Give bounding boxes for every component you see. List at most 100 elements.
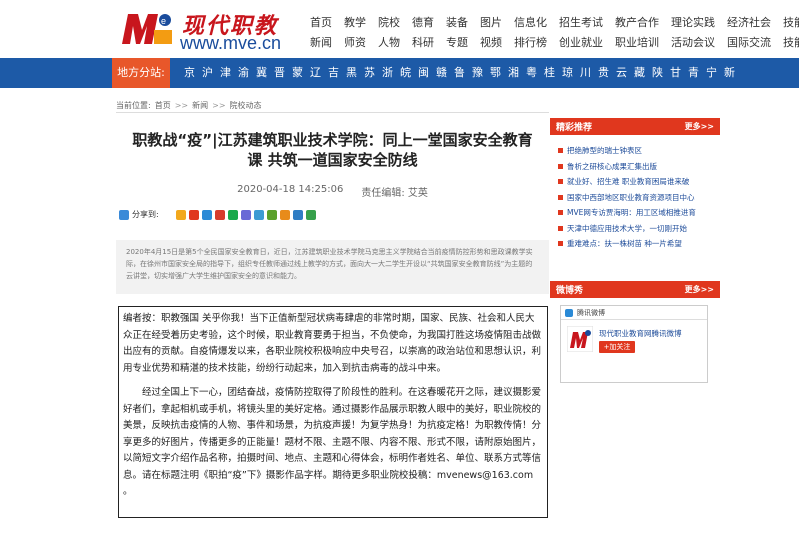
kaixin-share-icon[interactable] [266, 209, 277, 220]
nav-item[interactable]: 人物 [378, 34, 400, 52]
recommend-item-label: 国家中西部地区职业教育资源项目中心 [567, 192, 695, 202]
recommend-item[interactable]: 重难难点：扶一株树苗 种一片希望 [558, 236, 716, 252]
region-item[interactable]: 津 [220, 58, 231, 88]
nav-item[interactable]: 技能大赛 [783, 14, 799, 32]
region-item[interactable]: 青 [688, 58, 699, 88]
breadcrumb-item-school-news[interactable]: 院校动态 [230, 100, 262, 111]
share-label: 分享到: [132, 210, 159, 219]
nav-row-2: 新闻 师资 人物 科研 专题 视频 排行榜 创业就业 职业培训 活动会议 国际交… [310, 34, 799, 52]
nav-item[interactable]: 新闻 [310, 34, 332, 52]
recommend-item[interactable]: 就业好、招生难 职业教育困局谁来破 [558, 174, 716, 190]
nav-item[interactable]: 装备 [446, 14, 468, 32]
mve-avatar-icon[interactable] [567, 326, 593, 352]
nav-item[interactable]: 院校 [378, 14, 400, 32]
region-list: 京沪津渝冀晋蒙辽吉黑苏浙皖闽赣鲁豫鄂湘粤桂琼川贵云藏陕甘青宁新 [184, 58, 742, 88]
editor-note-box: 编者按：职教强国 关乎你我！当下正值新型冠状病毒肆虐的非常时期，国家、民族、社会… [118, 306, 548, 518]
recommend-item[interactable]: 天津中德应用技术大学，一切刚开始 [558, 221, 716, 237]
nav-item[interactable]: 图片 [480, 14, 502, 32]
region-item[interactable]: 皖 [400, 58, 411, 88]
region-item[interactable]: 粤 [526, 58, 537, 88]
nav-item[interactable]: 德育 [412, 14, 434, 32]
nav-item[interactable]: 教学 [344, 14, 366, 32]
region-item[interactable]: 贵 [598, 58, 609, 88]
weibo-account-name[interactable]: 现代职业教育网腾讯微博 [599, 328, 682, 339]
nav-item[interactable]: 信息化 [514, 14, 547, 32]
nav-item[interactable]: 科研 [412, 34, 434, 52]
share-plus-icon[interactable] [119, 209, 129, 220]
nav-item[interactable]: 经济社会 [727, 14, 771, 32]
nav-item[interactable]: 职业培训 [615, 34, 659, 52]
bullet-icon [558, 210, 563, 216]
region-item[interactable]: 藏 [634, 58, 645, 88]
more-share-icon[interactable] [305, 209, 316, 220]
nav-item[interactable]: 排行榜 [514, 34, 547, 52]
svg-text:e: e [161, 16, 166, 26]
region-item[interactable]: 云 [616, 58, 627, 88]
douban-share-icon[interactable] [240, 209, 251, 220]
bullet-icon [558, 163, 563, 169]
region-item[interactable]: 湘 [508, 58, 519, 88]
region-item[interactable]: 赣 [436, 58, 447, 88]
nav-item[interactable]: 招生考试 [559, 14, 603, 32]
site-logo[interactable]: e 现代职教 www.mve.cn [120, 8, 296, 53]
region-item[interactable]: 浙 [382, 58, 393, 88]
nav-item[interactable]: 技能作品 [783, 34, 799, 52]
weibo-share-icon[interactable] [188, 209, 199, 220]
region-item[interactable]: 川 [580, 58, 591, 88]
nav-item[interactable]: 专题 [446, 34, 468, 52]
region-item[interactable]: 沪 [202, 58, 213, 88]
renren-share-icon[interactable] [214, 209, 225, 220]
region-item[interactable]: 豫 [472, 58, 483, 88]
region-item[interactable]: 宁 [706, 58, 717, 88]
recommend-more-link[interactable]: 更多>> [685, 121, 714, 132]
copy-link-icon[interactable] [292, 209, 303, 220]
region-item[interactable]: 鄂 [490, 58, 501, 88]
nav-item[interactable]: 首页 [310, 14, 332, 32]
recommend-item[interactable]: MVE网专访贾海明：用工区域相推进育 [558, 205, 716, 221]
region-item[interactable]: 京 [184, 58, 195, 88]
recommend-item[interactable]: 国家中西部地区职业教育资源项目中心 [558, 190, 716, 206]
region-item[interactable]: 冀 [256, 58, 267, 88]
breadcrumb-item-home[interactable]: 首页 [155, 100, 171, 111]
print-share-icon[interactable] [279, 209, 290, 220]
editor-note-paragraph-1: 编者按：职教强国 关乎你我！当下正值新型冠状病毒肆虐的非常时期，国家、民族、社会… [123, 313, 542, 374]
region-item[interactable]: 黑 [346, 58, 357, 88]
follow-button[interactable]: +加关注 [599, 341, 635, 353]
region-item[interactable]: 蒙 [292, 58, 303, 88]
region-item[interactable]: 鲁 [454, 58, 465, 88]
breadcrumb: 当前位置: 首页 >> 新闻 >> 院校动态 [116, 100, 262, 111]
nav-item[interactable]: 师资 [344, 34, 366, 52]
weibo-bar-label: 腾讯微博 [577, 309, 605, 317]
nav-item[interactable]: 创业就业 [559, 34, 603, 52]
tencent-weibo-share-icon[interactable] [201, 209, 212, 220]
region-item[interactable]: 陕 [652, 58, 663, 88]
region-item[interactable]: 苏 [364, 58, 375, 88]
bullet-icon [558, 148, 563, 154]
region-item[interactable]: 桂 [544, 58, 555, 88]
nav-item[interactable]: 活动会议 [671, 34, 715, 52]
nav-item[interactable]: 视频 [480, 34, 502, 52]
region-item[interactable]: 甘 [670, 58, 681, 88]
weibo-bar: 腾讯微博 [561, 306, 707, 320]
breadcrumb-item-news[interactable]: 新闻 [192, 100, 208, 111]
weibo-more-link[interactable]: 更多>> [685, 284, 714, 295]
breadcrumb-prefix: 当前位置: [116, 101, 151, 110]
nav-item[interactable]: 教产合作 [615, 14, 659, 32]
region-item[interactable]: 闽 [418, 58, 429, 88]
nav-item[interactable]: 国际交流 [727, 34, 771, 52]
region-item[interactable]: 琼 [562, 58, 573, 88]
region-item[interactable]: 吉 [328, 58, 339, 88]
region-item[interactable]: 渝 [238, 58, 249, 88]
region-item[interactable]: 晋 [274, 58, 285, 88]
region-item[interactable]: 新 [724, 58, 735, 88]
nav-item[interactable]: 理论实践 [671, 14, 715, 32]
logo-url-text: www.mve.cn [180, 33, 282, 53]
recommend-item-label: 把绝肺型的瑞士钟表区 [567, 146, 642, 156]
qq-share-icon[interactable] [253, 209, 264, 220]
recommend-item[interactable]: 鲁析之研核心成果汇集出版 [558, 159, 716, 175]
region-item[interactable]: 辽 [310, 58, 321, 88]
wechat-share-icon[interactable] [227, 209, 238, 220]
recommend-item[interactable]: 把绝肺型的瑞士钟表区 [558, 143, 716, 159]
qzone-share-icon[interactable] [175, 209, 186, 220]
recommend-item-label: 鲁析之研核心成果汇集出版 [567, 161, 657, 171]
